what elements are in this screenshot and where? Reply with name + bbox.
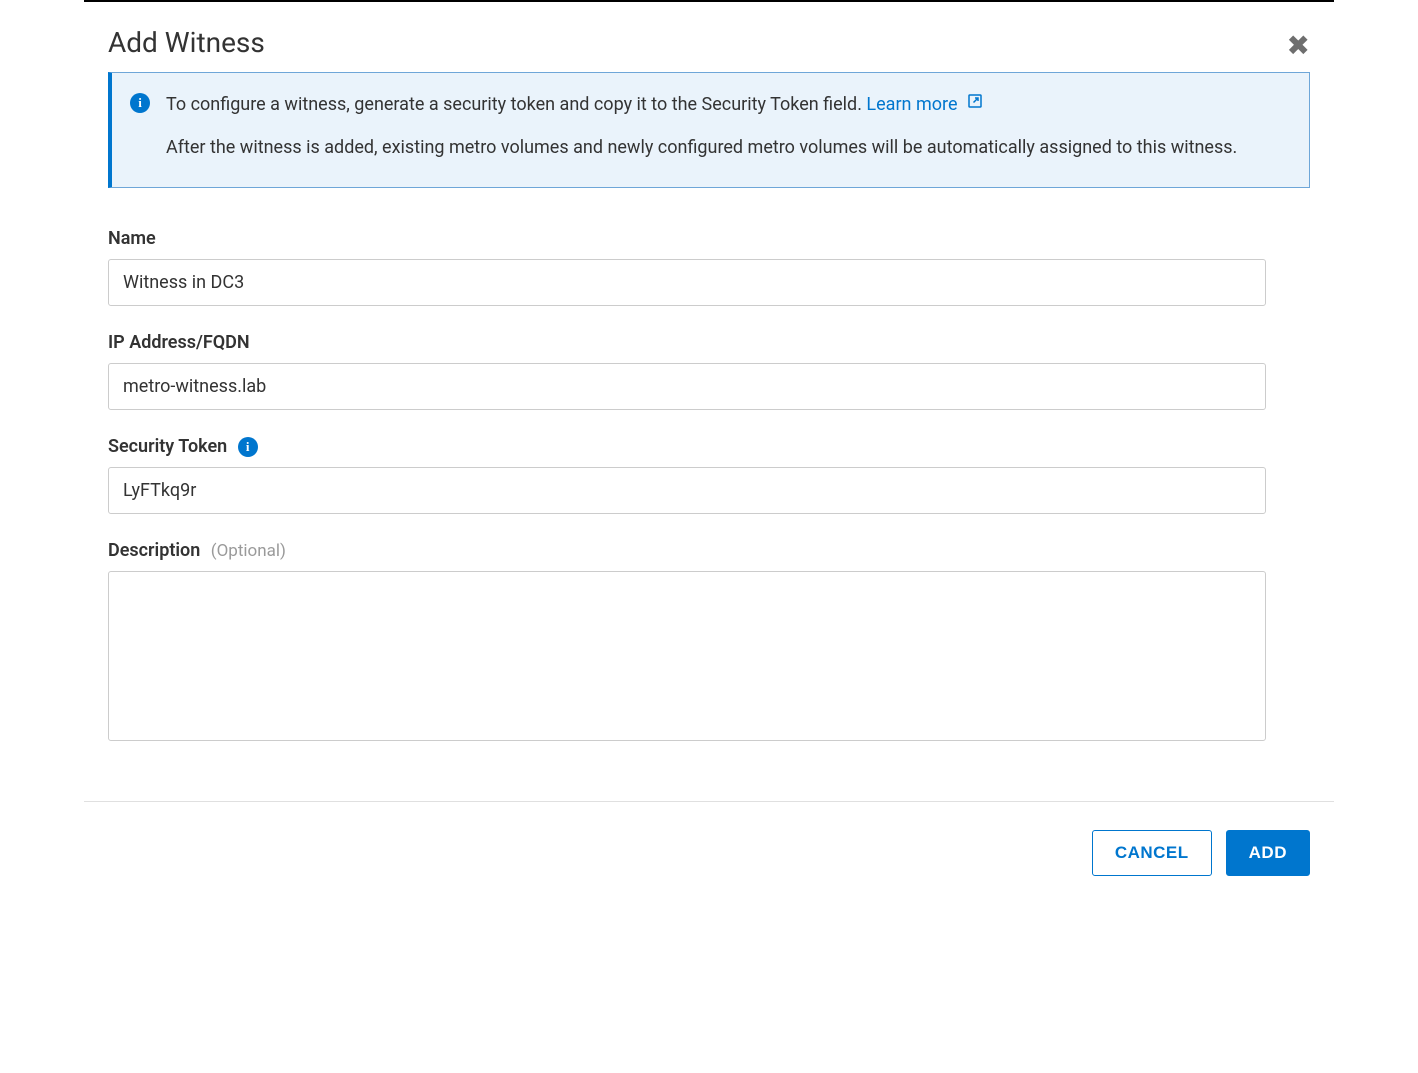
form-body: Name IP Address/FQDN Security Token i De… bbox=[84, 228, 1334, 801]
cancel-button[interactable]: CANCEL bbox=[1092, 830, 1212, 876]
close-icon: ✖ bbox=[1287, 30, 1310, 61]
token-label-text: Security Token bbox=[108, 436, 227, 457]
learn-more-text: Learn more bbox=[866, 94, 957, 115]
add-button[interactable]: ADD bbox=[1226, 830, 1310, 876]
info-line-1: To configure a witness, generate a secur… bbox=[166, 91, 1237, 120]
token-field: Security Token i bbox=[108, 436, 1310, 514]
ip-field: IP Address/FQDN bbox=[108, 332, 1310, 410]
optional-text: (Optional) bbox=[211, 541, 286, 561]
info-text: To configure a witness, generate a secur… bbox=[166, 91, 1237, 163]
name-input[interactable] bbox=[108, 259, 1266, 306]
external-link-icon bbox=[966, 91, 984, 120]
name-label: Name bbox=[108, 228, 1310, 249]
learn-more-link[interactable]: Learn more bbox=[866, 94, 984, 115]
ip-input[interactable] bbox=[108, 363, 1266, 410]
token-info-icon[interactable]: i bbox=[238, 437, 258, 457]
description-field: Description (Optional) bbox=[108, 540, 1310, 745]
info-line-2: After the witness is added, existing met… bbox=[166, 134, 1237, 163]
description-input[interactable] bbox=[108, 571, 1266, 741]
add-witness-dialog: Add Witness ✖ i To configure a witness, … bbox=[84, 0, 1334, 898]
close-button[interactable]: ✖ bbox=[1287, 32, 1310, 60]
ip-label: IP Address/FQDN bbox=[108, 332, 1310, 353]
description-label-text: Description bbox=[108, 540, 200, 561]
info-line1-text: To configure a witness, generate a secur… bbox=[166, 94, 866, 115]
token-label: Security Token i bbox=[108, 436, 1310, 457]
name-field: Name bbox=[108, 228, 1310, 306]
dialog-header: Add Witness ✖ bbox=[84, 2, 1334, 72]
dialog-footer: CANCEL ADD bbox=[84, 802, 1334, 898]
description-label: Description (Optional) bbox=[108, 540, 1310, 561]
dialog-title: Add Witness bbox=[108, 26, 265, 59]
info-icon: i bbox=[130, 93, 150, 113]
info-banner: i To configure a witness, generate a sec… bbox=[108, 72, 1310, 188]
token-input[interactable] bbox=[108, 467, 1266, 514]
